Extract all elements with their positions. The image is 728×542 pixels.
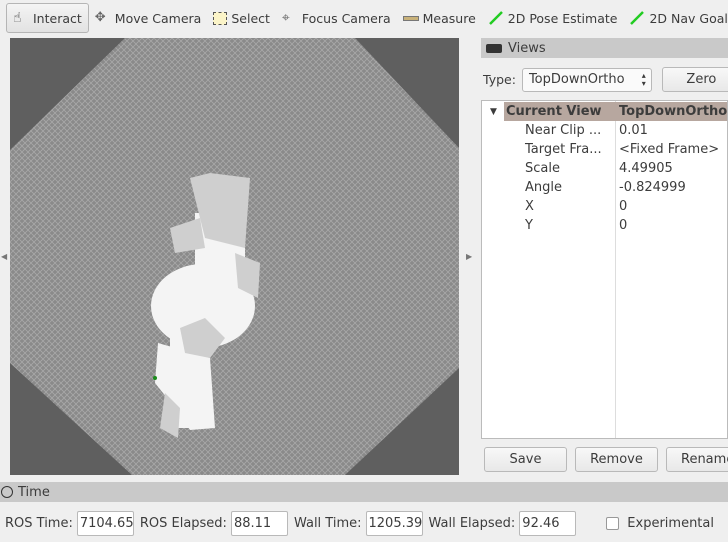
occupancy-map bbox=[10, 38, 459, 475]
property-row[interactable]: Target Fra... <Fixed Frame> bbox=[482, 140, 727, 159]
focus-camera-icon: ⌖ bbox=[281, 10, 290, 26]
3d-viewport[interactable] bbox=[10, 38, 459, 475]
views-panel-header: Views bbox=[481, 38, 728, 58]
spinner-arrows-icon: ▴ ▾ bbox=[641, 70, 646, 88]
green-arrow-icon bbox=[629, 10, 645, 26]
clock-icon bbox=[1, 486, 13, 498]
views-panel: Views Type: TopDownOrtho ▴ ▾ Zero ▼ Curren… bbox=[481, 38, 728, 439]
property-row[interactable]: Near Clip ... 0.01 bbox=[482, 121, 727, 140]
tool-select[interactable]: Select bbox=[207, 3, 276, 33]
time-panel: ROS Time: 7104.65 ROS Elapsed: 88.11 Wal… bbox=[0, 510, 728, 536]
ros-time-field[interactable]: 7104.65 bbox=[76, 510, 134, 536]
camera-icon bbox=[486, 43, 502, 53]
tool-measure[interactable]: Measure bbox=[397, 3, 482, 33]
tool-move-camera[interactable]: ✥ Move Camera bbox=[89, 3, 208, 33]
tool-interact[interactable]: ☝ Interact bbox=[6, 3, 89, 33]
tool-2d-pose-estimate[interactable]: 2D Pose Estimate bbox=[482, 3, 624, 33]
type-label: Type: bbox=[483, 72, 516, 87]
expand-arrow-icon[interactable]: ▼ bbox=[490, 107, 497, 117]
property-row[interactable]: Angle -0.824999 bbox=[482, 178, 727, 197]
property-row[interactable]: X0 bbox=[482, 197, 727, 216]
collapse-right-icon[interactable]: ▶ bbox=[466, 252, 472, 261]
view-type-select[interactable]: TopDownOrtho ▴ ▾ bbox=[521, 67, 652, 92]
green-arrow-icon bbox=[488, 10, 504, 26]
view-properties-tree: ▼ Current View TopDownOrtho Near Clip ...… bbox=[481, 100, 728, 439]
tool-2d-nav-goal[interactable]: 2D Nav Goal bbox=[623, 3, 728, 33]
time-panel-header: Time bbox=[0, 482, 728, 502]
remove-button[interactable]: Remove bbox=[575, 447, 658, 472]
tool-focus-camera[interactable]: ⌖ Focus Camera bbox=[276, 3, 397, 33]
toolbar: ☝ Interact ✥ Move Camera Select ⌖ Focus Cam… bbox=[0, 0, 728, 36]
experimental-checkbox[interactable] bbox=[606, 516, 620, 530]
collapse-left-icon[interactable]: ◀ bbox=[1, 252, 7, 261]
wall-elapsed-field[interactable]: 92.46 bbox=[519, 510, 577, 536]
ros-elapsed-field[interactable]: 88.11 bbox=[230, 510, 288, 536]
property-row[interactable]: Y0 bbox=[482, 216, 727, 235]
move-camera-icon: ✥ bbox=[94, 10, 106, 25]
current-view-row[interactable]: Current View TopDownOrtho bbox=[504, 102, 727, 121]
rename-button[interactable]: Rename bbox=[666, 447, 728, 472]
property-row[interactable]: Scale 4.49905 bbox=[482, 159, 727, 178]
zero-button[interactable]: Zero bbox=[661, 67, 728, 92]
select-icon bbox=[213, 11, 228, 25]
save-button[interactable]: Save bbox=[484, 447, 567, 472]
hand-icon: ☝ bbox=[13, 10, 22, 26]
ruler-icon bbox=[402, 15, 419, 21]
wall-time-field[interactable]: 1205.39 bbox=[365, 510, 423, 536]
